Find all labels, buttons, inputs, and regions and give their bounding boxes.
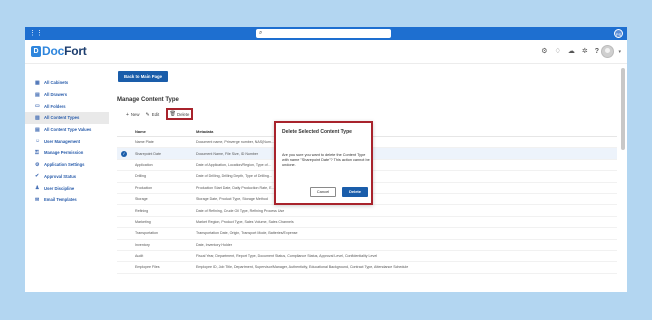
sidebar-item-all-folders[interactable]: ▭ All Folders	[25, 100, 109, 112]
confirm-delete-button[interactable]: Delete	[342, 187, 368, 197]
app-launcher-icon[interactable]: ⋮⋮	[29, 30, 43, 37]
command-bar: + New ✎ Edit	[126, 110, 165, 119]
content-type-icon: ▧	[35, 114, 40, 121]
suite-bar: ⋮⋮ ⌕ PS	[25, 27, 627, 40]
column-header-metadata[interactable]: Metadata	[196, 129, 617, 134]
page-title: Manage Content Type	[117, 97, 179, 103]
sidebar-item-manage-permission[interactable]: ⚿ Manage Permission	[25, 147, 109, 159]
dialog-title: Delete Selected Content Type	[282, 129, 352, 135]
dialog-message: Are you sure you want to delete the Cont…	[282, 153, 370, 167]
table-row[interactable]: Marketing Market Region, Product Type, Sa…	[117, 217, 617, 229]
sidebar-item-email-templates[interactable]: ✉ Email Templates	[25, 194, 109, 206]
sidebar-nav: ▦ All Cabinets ▤ All Drawers ▭ All Folders …	[25, 64, 109, 292]
mail-icon: ✉	[35, 196, 40, 203]
table-row[interactable]: Refining Date of Refining, Crude Oil Type…	[117, 205, 617, 217]
cloud-icon[interactable]: ☁	[568, 48, 575, 56]
sidebar-item-all-drawers[interactable]: ▤ All Drawers	[25, 89, 109, 101]
sidebar-item-application-settings[interactable]: ⚙ Application Settings	[25, 159, 109, 171]
delete-button[interactable]: 🗑 Delete	[166, 108, 193, 120]
header-icons: ⚙ ♢ ☁ ✲ ?	[541, 48, 599, 56]
sidebar-item-all-cabinets[interactable]: ▦ All Cabinets	[25, 77, 109, 89]
scrollbar-thumb[interactable]	[621, 68, 625, 150]
cancel-button[interactable]: Cancel	[310, 187, 336, 197]
check-icon: ✔	[35, 173, 40, 180]
sidebar-item-all-content-type-values[interactable]: ▤ All Content Type Values	[25, 124, 109, 136]
person-icon: ♟	[35, 185, 40, 192]
edit-button[interactable]: ✎ Edit	[146, 110, 160, 119]
user-avatar[interactable]	[601, 45, 614, 58]
user-icon: ☺	[35, 138, 41, 145]
chevron-down-icon[interactable]: ▾	[618, 49, 621, 55]
table-row[interactable]: Audit Fiscal Year, Department, Report Typ…	[117, 251, 617, 263]
app-header: D DocFort ⚙ ♢ ☁ ✲ ? ▾	[25, 40, 627, 64]
back-to-main-page-button[interactable]: Back to Main Page	[118, 71, 168, 82]
notifications-icon[interactable]: ♢	[555, 48, 561, 56]
sidebar-item-approval-status[interactable]: ✔ Approval Status	[25, 171, 109, 183]
docfort-logo[interactable]: D DocFort	[31, 44, 87, 58]
table-row[interactable]: Transportation Transportation Date, Origi…	[117, 228, 617, 240]
new-button[interactable]: + New	[126, 110, 140, 119]
settings-icon[interactable]: ⚙	[541, 48, 547, 56]
page-scrollbar[interactable]	[621, 64, 625, 292]
logo-text: DocFort	[42, 44, 87, 58]
sidebar-item-all-content-types[interactable]: ▧ All Content Types	[25, 112, 109, 124]
help-icon[interactable]: ?	[595, 48, 599, 56]
sidebar-item-user-management[interactable]: ☺ User Management	[25, 135, 109, 147]
global-search-input[interactable]: ⌕	[256, 29, 391, 38]
gear-icon: ⚙	[35, 161, 40, 168]
account-avatar[interactable]: PS	[614, 29, 623, 38]
key-icon: ⚿	[35, 149, 39, 156]
table-row[interactable]: Employee Files Employee ID, Job Title, De…	[117, 262, 617, 274]
drawer-icon: ▤	[35, 91, 40, 98]
search-icon: ⌕	[259, 30, 263, 36]
list-icon: ▤	[35, 126, 40, 133]
trash-icon: 🗑	[169, 111, 176, 117]
folder-icon: ▭	[35, 103, 40, 110]
sync-icon[interactable]: ✲	[582, 48, 588, 56]
pencil-icon: ✎	[145, 111, 150, 118]
delete-confirmation-dialog: Delete Selected Content Type Are you sur…	[274, 121, 373, 205]
sidebar-item-user-discipline[interactable]: ♟ User Discipline	[25, 182, 109, 194]
column-header-name[interactable]: Name	[131, 129, 196, 134]
selected-check-icon[interactable]: ✓	[121, 150, 127, 157]
table-row[interactable]: Inventory Date, Inventory Holder	[117, 240, 617, 251]
plus-icon: +	[126, 111, 129, 118]
cabinet-icon: ▦	[35, 79, 40, 86]
logo-mark: D	[31, 45, 41, 57]
